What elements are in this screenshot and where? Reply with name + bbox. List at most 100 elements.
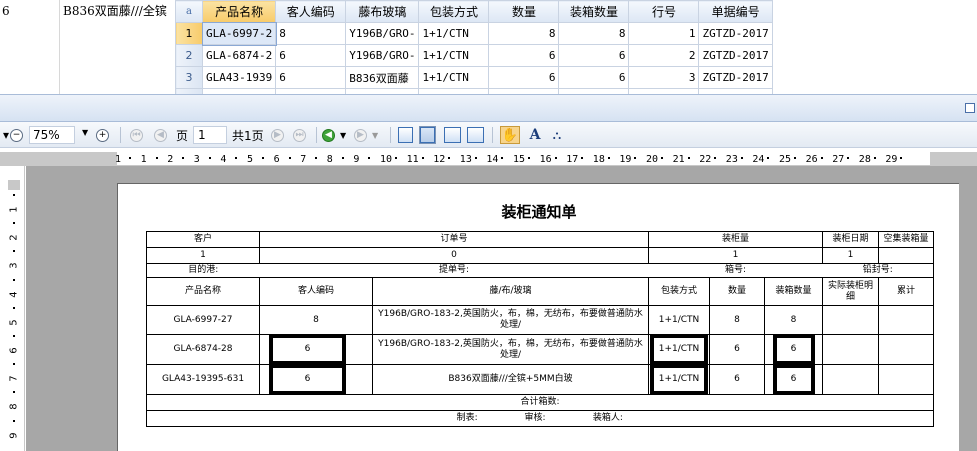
ruler-tick-dot	[13, 194, 15, 196]
grid-cell[interactable]: 3	[628, 66, 700, 89]
ruler-tick-dot	[740, 157, 743, 159]
ruler-tick-label: 5	[8, 319, 20, 326]
grid-cell[interactable]: 1+1/CTN	[418, 44, 490, 67]
ruler-tick-label: 14	[486, 154, 499, 165]
grid-cell[interactable]: ZGTZD-2017	[698, 22, 773, 45]
ruler-tick-label: 19	[619, 154, 632, 165]
col-header-product[interactable]: 产品名称	[201, 0, 277, 23]
zoom-input[interactable]: 75%	[29, 126, 75, 144]
ruler-tick-label: 13	[459, 154, 472, 165]
grid-cell[interactable]: 6	[558, 44, 630, 67]
page-number-input[interactable]: 1	[193, 126, 227, 144]
product-cell: GLA-6997-27	[146, 305, 260, 335]
ruler-tick-dot	[13, 306, 15, 309]
grid-cell[interactable]: Y196B/GRO-	[345, 44, 420, 67]
table-row[interactable]: 2 GLA-6874-2 6 Y196B/GRO- 1+1/CTN 6 6 2 …	[175, 44, 773, 67]
zoom-in-button[interactable]: +	[96, 126, 109, 144]
two-page-view-button[interactable]	[444, 126, 461, 144]
ruler-tick-label: 18	[592, 154, 605, 165]
continuous-view-button[interactable]	[419, 126, 436, 144]
hand-icon: ✋	[501, 127, 519, 143]
row-number[interactable]: 3	[175, 66, 203, 89]
single-page-view-button[interactable]	[398, 126, 413, 144]
forward-button[interactable]: ▶	[354, 126, 367, 144]
text-select-button[interactable]: A	[526, 126, 544, 144]
ruler-tick-dot	[288, 157, 291, 159]
packing-highlight: 1+1/CTN	[650, 365, 708, 394]
ruler-tick-label: 26	[805, 154, 818, 165]
grid-cell[interactable]: ZGTZD-2017	[698, 44, 773, 67]
grid-cell[interactable]: Y196B/GRO-	[345, 22, 420, 45]
ruler-tick-dot	[395, 157, 397, 159]
table-row[interactable]: 3 GLA43-1939 6 B836双面藤 1+1/CTN 6 6 3 ZGT…	[175, 66, 773, 89]
grid-cell[interactable]: B836双面藤	[345, 66, 420, 89]
signature-row: 制表: 审核: 装箱人:	[146, 410, 934, 427]
grid-corner-icon[interactable]: a	[175, 0, 203, 23]
grid-cell[interactable]: 1+1/CTN	[418, 22, 490, 45]
packing-highlight: 1+1/CTN	[650, 335, 708, 364]
ruler-tick-label: 16	[539, 154, 552, 165]
col-header-qty[interactable]: 数量	[488, 0, 560, 23]
col-header-fabric[interactable]: 藤布玻璃	[345, 0, 420, 23]
col-header-doc-no[interactable]: 单据编号	[698, 0, 773, 23]
box-qty-highlight: 6	[772, 335, 815, 364]
grid-cell[interactable]: GLA43-1939	[201, 66, 277, 89]
ruler-tick-dot	[182, 157, 185, 159]
table-row[interactable]: 1 GLA-6997-2 8 Y196B/GRO- 1+1/CTN 8 8 1 …	[175, 21, 773, 46]
col-header-box-qty[interactable]: 装箱数量	[558, 0, 630, 23]
hand-tool-button[interactable]: ✋	[500, 126, 520, 144]
grid-cell[interactable]: 6	[558, 66, 630, 89]
minimize-icon[interactable]	[965, 103, 975, 113]
prev-page-button[interactable]: ◀	[154, 126, 167, 144]
grid-cell[interactable]: GLA-6874-2	[201, 44, 277, 67]
col-header-packing[interactable]: 包装方式	[418, 0, 490, 23]
last-page-button[interactable]: ⏭	[293, 126, 306, 144]
next-page-button[interactable]: ▶	[271, 126, 284, 144]
toolbar-separator	[316, 127, 317, 143]
zoom-out-button[interactable]: −	[10, 126, 23, 144]
col-header-line[interactable]: 行号	[628, 0, 700, 23]
report-page[interactable]: 装柜通知单 客户 订单号 装柜量 装柜日期 空集装箱量 1 0 1 1 目的港:…	[117, 183, 959, 451]
ruler-tick-dot	[900, 157, 903, 159]
grid-cell[interactable]: 6	[275, 66, 347, 89]
find-button[interactable]: ⛬	[548, 126, 566, 144]
grid-cell[interactable]: 2	[628, 44, 700, 67]
ruler-tick-label: 11	[406, 154, 419, 165]
grid-cell[interactable]: 8	[558, 22, 630, 45]
grid-cell[interactable]: 1	[628, 22, 700, 45]
zoom-dropdown-arrow-icon[interactable]: ▼	[82, 128, 88, 137]
row-number[interactable]: 1	[175, 22, 203, 45]
grid-cell[interactable]: 6	[488, 44, 560, 67]
first-page-button[interactable]: ⏮	[130, 126, 143, 144]
prev-page-icon: ◀	[154, 128, 167, 142]
left-cell-value[interactable]: 6	[2, 0, 10, 23]
ruler-tick-dot	[13, 419, 15, 422]
ruler-tick-label: 28	[858, 154, 871, 165]
grid-cell[interactable]: GLA-6997-2	[201, 21, 277, 46]
continuous-page-icon	[419, 126, 436, 144]
toolbar-separator	[492, 127, 493, 143]
forward-dropdown-icon[interactable]: ▼	[372, 126, 378, 144]
grid-cell[interactable]: 8	[275, 22, 347, 45]
grid-cell[interactable]: 6	[488, 66, 560, 89]
ruler-tick-label: 8	[8, 403, 20, 411]
ruler-tick-dot	[13, 222, 15, 225]
grid-cell[interactable]: ZGTZD-2017	[698, 66, 773, 89]
grid-cell[interactable]: 6	[275, 44, 347, 67]
ruler-tick-label: 3	[193, 154, 200, 165]
col-cumulative-header: 累计	[878, 277, 934, 306]
ruler-tick-label: 22	[699, 154, 712, 165]
prepared-label: 制表:	[456, 413, 478, 423]
col-header-client-code[interactable]: 客人编码	[275, 0, 347, 23]
ruler-tick-label: 27	[832, 154, 845, 165]
left-cell-text[interactable]: B836双面藤///全镔	[63, 0, 167, 23]
row-number[interactable]: 2	[175, 44, 203, 67]
grid-cell[interactable]: 8	[488, 22, 560, 45]
ruler-tick-label: 23	[725, 154, 738, 165]
actual-cell	[822, 334, 879, 365]
back-dropdown-icon[interactable]: ▼	[340, 126, 346, 144]
multi-page-view-button[interactable]	[467, 126, 484, 144]
grid-cell[interactable]: 1+1/CTN	[418, 66, 490, 89]
back-button[interactable]: ◀	[322, 126, 335, 144]
ruler-tick-label: 17	[566, 154, 579, 165]
